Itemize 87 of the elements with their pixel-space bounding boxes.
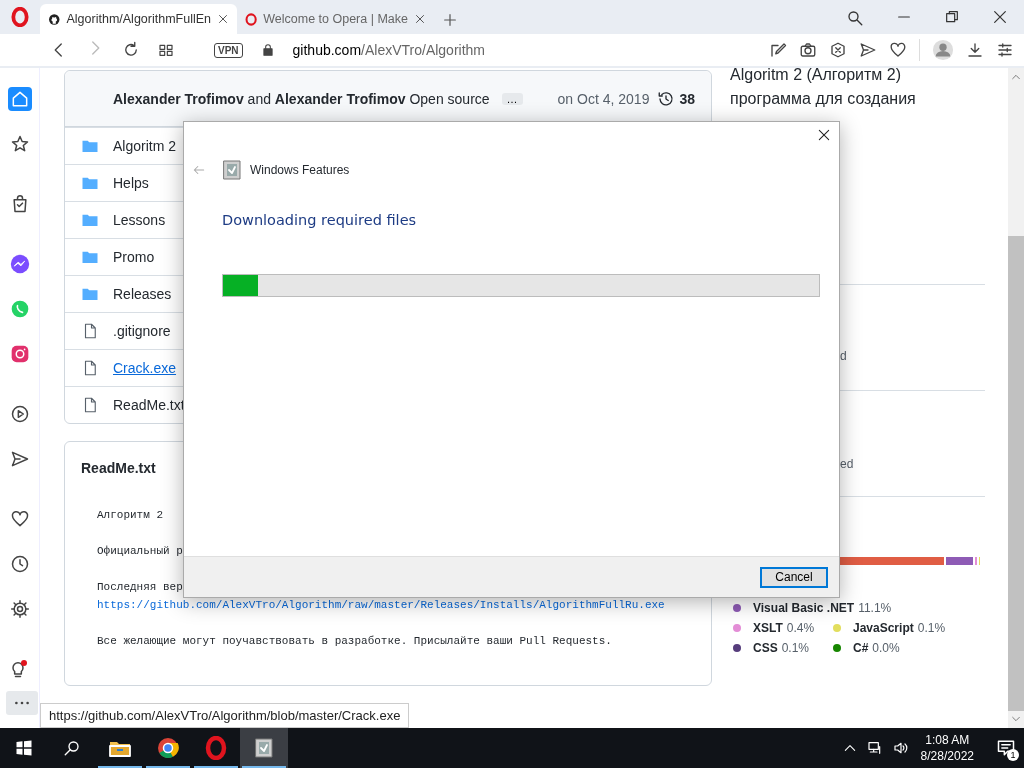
dialog-title: Windows Features: [250, 163, 350, 177]
language-percent: 0.1%: [781, 641, 810, 655]
window-features-icon: [252, 736, 276, 760]
taskbar-app[interactable]: [240, 728, 288, 768]
new-tab-icon[interactable]: [442, 12, 458, 28]
history-icon: [657, 89, 676, 108]
scroll-thumb[interactable]: [1008, 235, 1024, 711]
maximize-icon[interactable]: [944, 9, 960, 25]
heart-icon[interactable]: [889, 41, 907, 59]
edit-icon[interactable]: [769, 41, 787, 59]
more-button[interactable]: …: [501, 92, 523, 105]
lock-icon: [260, 43, 275, 57]
language-percent: 11.1%: [858, 601, 892, 615]
commit-count[interactable]: 38: [679, 90, 695, 107]
whatsapp-icon: [9, 298, 30, 319]
reload-icon[interactable]: [122, 41, 140, 59]
language-percent: 0.0%: [872, 641, 900, 655]
file-link[interactable]: Lessons: [113, 212, 166, 228]
messenger-icon: [8, 252, 31, 275]
commit-date: on Oct 4, 2019: [557, 90, 650, 107]
search-icon: [63, 739, 81, 757]
readme-title: ReadMe.txt: [81, 460, 157, 476]
close-icon: [817, 128, 831, 142]
github-icon: [48, 11, 61, 27]
status-link-tooltip: https://github.com/AlexVTro/Algorithm/blob/master/Crack.exe: [40, 703, 410, 728]
browser-tab[interactable]: Welcome to Opera | Make: [237, 4, 434, 34]
file-link[interactable]: Helps: [113, 175, 149, 191]
close-icon[interactable]: [217, 13, 229, 25]
dialog-heading: Downloading required files: [222, 212, 418, 228]
windows-logo-icon: [15, 739, 33, 757]
profile-icon[interactable]: [932, 39, 954, 61]
url-field[interactable]: github.com/AlexVTro/Algorithm: [292, 42, 485, 58]
readme-link[interactable]: https://github.com/AlexVTro/Algorithm/raw/master/Releases/Installs/AlgorithmFullRu.exe: [97, 596, 695, 614]
opera-logo-icon[interactable]: [10, 7, 30, 27]
ad-block-icon[interactable]: [829, 41, 847, 59]
sidebar-text: d: [840, 349, 847, 363]
readme-line: Последняя вер: [97, 580, 184, 595]
search-icon[interactable]: [846, 9, 864, 27]
instagram-icon: [9, 343, 30, 364]
star-icon: [9, 133, 30, 154]
camera-icon[interactable]: [799, 41, 817, 59]
vpn-badge[interactable]: VPN: [214, 42, 243, 58]
commit-authors: Alexander Trofimov and Alexander Trofimov Open source: [113, 90, 490, 107]
clock-icon: [9, 553, 30, 574]
volume-icon[interactable]: [892, 740, 909, 756]
window-features-icon: [220, 158, 244, 182]
browser-tab[interactable]: Algorithm/AlgorithmFullEn: [40, 4, 237, 34]
heart-icon: [9, 508, 30, 529]
close-icon[interactable]: [992, 9, 1008, 25]
download-icon[interactable]: [966, 41, 984, 59]
scrollbar[interactable]: [1008, 68, 1024, 728]
opera-icon: [204, 736, 228, 760]
file-link[interactable]: Releases: [113, 286, 172, 302]
readme-line: Официальный р: [97, 544, 184, 559]
sidebar-text: ed: [840, 457, 854, 471]
language-percent: 0.1%: [917, 621, 946, 635]
tabs-grid-icon[interactable]: [158, 42, 174, 58]
taskbar-clock[interactable]: 1:08 AM 8/28/2022: [920, 732, 974, 764]
opera-logo-icon: [245, 11, 258, 27]
file-link[interactable]: .gitignore: [113, 323, 171, 339]
language-name: C#: [853, 641, 869, 655]
back-arrow-icon: [192, 163, 206, 177]
network-icon[interactable]: [866, 740, 883, 756]
close-icon[interactable]: [414, 13, 426, 25]
notification-button[interactable]: 1: [996, 738, 1016, 758]
file-link[interactable]: Algoritm 2: [113, 138, 177, 154]
readme-line: Все желающие могут поучавствовать в разработке. Присылайте ваши Pull Requests.: [97, 634, 613, 649]
language-name: XSLT: [753, 621, 783, 635]
repo-description: Algoritm 2 (Алгоритм 2) программа для создания: [730, 68, 917, 109]
language-percent: 0.4%: [786, 621, 815, 635]
readme-line: Алгоритм 2: [97, 508, 164, 523]
file-link[interactable]: Promo: [113, 249, 155, 265]
language-name: JavaScript: [853, 621, 914, 635]
language-name: Visual Basic .NET: [753, 601, 855, 615]
play-icon: [9, 403, 30, 424]
more-icon: [14, 701, 29, 705]
send-icon[interactable]: [859, 41, 877, 59]
file-link[interactable]: Crack.exe: [113, 360, 177, 376]
easy-setup-icon[interactable]: [996, 41, 1014, 59]
file-link[interactable]: ReadMe.txt: [113, 397, 185, 413]
chrome-icon: [156, 736, 180, 760]
settings-icon: [9, 598, 30, 619]
cancel-button[interactable]: Cancel: [760, 566, 828, 588]
notification-icon: [996, 738, 1016, 758]
home-icon: [7, 86, 32, 111]
language-name: CSS: [753, 641, 778, 655]
close-button[interactable]: [817, 128, 831, 142]
